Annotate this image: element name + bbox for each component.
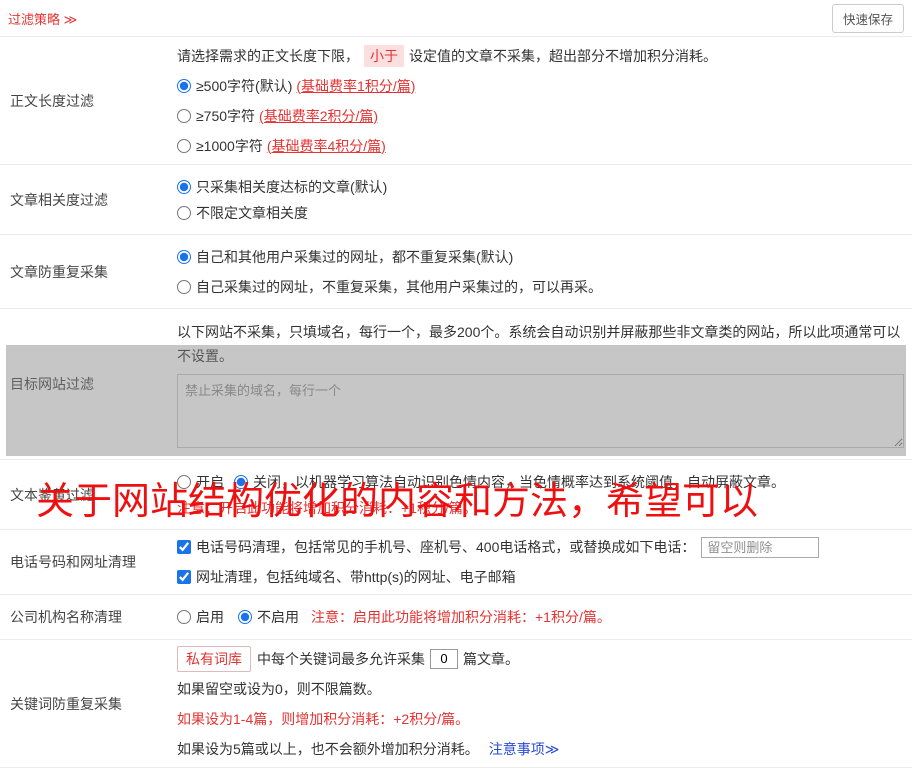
private-lexicon-badge: 私有词库 (177, 646, 251, 672)
section-body-length-filter: 正文长度过滤 请选择需求的正文长度下限， 小于 设定值的文章不采集，超出部分不增… (0, 37, 912, 165)
section-label-body-length: 正文长度过滤 (0, 37, 177, 164)
section-content-porn: 开启 关闭 ，以机器学习算法自动识别色情内容，当色情概率达到系统阈值，自动屏蔽文… (177, 460, 912, 529)
url-cleanup-label: 网址清理，包括纯域名、带http(s)的网址、电子邮箱 (196, 567, 516, 587)
company-option-row: 启用 不启用 注意：启用此功能将增加积分消耗：+1积分/篇。 (177, 602, 904, 632)
porn-off-radio[interactable] (234, 475, 248, 489)
relevance-option-row: 不限定文章相关度 (177, 200, 904, 226)
length-option-750-radio[interactable] (177, 109, 191, 123)
section-label-relevance: 文章相关度过滤 (0, 165, 177, 234)
length-option-row: ≥750字符 (基础费率2积分/篇) (177, 101, 904, 131)
length-intro-post: 设定值的文章不采集，超出部分不增加积分消耗。 (409, 46, 717, 66)
keyword-max-count-input[interactable] (430, 649, 458, 669)
blocked-domains-textarea[interactable] (177, 374, 904, 448)
section-content-relevance: 只采集相关度达标的文章(默认) 不限定文章相关度 (177, 165, 912, 234)
company-cost-note: 注意：启用此功能将增加积分消耗：+1积分/篇。 (311, 607, 611, 627)
length-option-1000-note: (基础费率4积分/篇) (267, 136, 386, 156)
keyword-note-unlimited: 如果留空或设为0，则不限篇数。 (177, 674, 904, 704)
company-disable-radio[interactable] (238, 610, 252, 624)
length-option-750-label: ≥750字符 (196, 106, 255, 126)
header-bar: 过滤策略 ≫ 快速保存 (0, 0, 912, 37)
url-cleanup-checkbox[interactable] (177, 570, 191, 584)
porn-cost-note: 注意：开启此功能将增加积分消耗：+1积分/篇。 (177, 495, 904, 521)
section-article-dedup: 文章防重复采集 自己和其他用户采集过的网址，都不重复采集(默认) 自己采集过的网… (0, 235, 912, 309)
url-cleanup-row: 网址清理，包括纯域名、带http(s)的网址、电子邮箱 (177, 562, 904, 592)
section-content-keyword: 私有词库 中每个关键词最多允许采集 篇文章。 如果留空或设为0，则不限篇数。 如… (177, 640, 912, 767)
length-intro-pre: 请选择需求的正文长度下限， (177, 46, 359, 66)
relevance-option-strict-label: 只采集相关度达标的文章(默认) (196, 177, 387, 197)
section-content-company: 启用 不启用 注意：启用此功能将增加积分消耗：+1积分/篇。 (177, 595, 912, 639)
phone-cleanup-checkbox[interactable] (177, 540, 191, 554)
keyword-note-five: 如果设为5篇或以上，也不会额外增加积分消耗。 (177, 739, 479, 759)
phone-cleanup-row: 电话号码清理，包括常见的手机号、座机号、400电话格式，或替换成如下电话： (177, 532, 904, 562)
length-option-row: ≥1000字符 (基础费率4积分/篇) (177, 131, 904, 161)
dedup-option-self-label: 自己采集过的网址，不重复采集，其他用户采集过的，可以再采。 (196, 277, 602, 297)
section-keyword-dedup: 关键词防重复采集 私有词库 中每个关键词最多允许采集 篇文章。 如果留空或设为0… (0, 640, 912, 768)
porn-option-row: 开启 关闭 ，以机器学习算法自动识别色情内容，当色情概率达到系统阈值，自动屏蔽文… (177, 469, 904, 495)
length-option-500-label: ≥500字符(默认) (196, 76, 292, 96)
keyword-limit-suffix: 篇文章。 (463, 649, 519, 669)
keyword-limit-text: 中每个关键词最多允许采集 (257, 649, 425, 669)
company-enable-radio[interactable] (177, 610, 191, 624)
porn-description: ，以机器学习算法自动识别色情内容，当色情概率达到系统阈值，自动屏蔽文章。 (281, 472, 785, 492)
dedup-option-self-radio[interactable] (177, 280, 191, 294)
dedup-option-global-label: 自己和其他用户采集过的网址，都不重复采集(默认) (196, 247, 513, 267)
target-site-description: 以下网站不采集，只填域名，每行一个，最多200个。系统会自动识别并屏蔽那些非文章… (177, 320, 904, 368)
section-label-dedup: 文章防重复采集 (0, 235, 177, 308)
relevance-option-strict-radio[interactable] (177, 180, 191, 194)
company-disable-label: 不启用 (257, 607, 299, 627)
relevance-option-any-radio[interactable] (177, 206, 191, 220)
length-option-row: ≥500字符(默认) (基础费率1积分/篇) (177, 71, 904, 101)
porn-on-radio[interactable] (177, 475, 191, 489)
section-company-name-cleanup: 公司机构名称清理 启用 不启用 注意：启用此功能将增加积分消耗：+1积分/篇。 (0, 595, 912, 640)
section-target-site-filter: 目标网站过滤 以下网站不采集，只填域名，每行一个，最多200个。系统会自动识别并… (0, 309, 912, 460)
section-content-phone-url: 电话号码清理，包括常见的手机号、座机号、400电话格式，或替换成如下电话： 网址… (177, 530, 912, 594)
section-label-target-site: 目标网站过滤 (0, 309, 177, 459)
section-label-phone-url: 电话号码和网址清理 (0, 530, 177, 594)
filter-strategy-page: 过滤策略 ≫ 快速保存 正文长度过滤 请选择需求的正文长度下限， 小于 设定值的… (0, 0, 912, 768)
dedup-option-row: 自己采集过的网址，不重复采集，其他用户采集过的，可以再采。 (177, 272, 904, 302)
section-content-body-length: 请选择需求的正文长度下限， 小于 设定值的文章不采集，超出部分不增加积分消耗。 … (177, 37, 912, 164)
porn-off-label: 关闭 (253, 472, 281, 492)
relevance-option-any-label: 不限定文章相关度 (196, 203, 308, 223)
section-label-porn: 文本鉴黄过滤 (0, 460, 177, 529)
settings-rows: 正文长度过滤 请选择需求的正文长度下限， 小于 设定值的文章不采集，超出部分不增… (0, 37, 912, 768)
company-enable-label: 启用 (196, 607, 224, 627)
keyword-note-cost: 如果设为1-4篇，则增加积分消耗：+2积分/篇。 (177, 704, 904, 734)
length-option-500-note: (基础费率1积分/篇) (296, 76, 415, 96)
length-intro-line: 请选择需求的正文长度下限， 小于 设定值的文章不采集，超出部分不增加积分消耗。 (177, 41, 904, 71)
keyword-note-five-row: 如果设为5篇或以上，也不会额外增加积分消耗。 注意事项≫ (177, 734, 904, 764)
length-option-750-note: (基础费率2积分/篇) (259, 106, 378, 126)
quick-save-button[interactable]: 快速保存 (832, 4, 904, 33)
dedup-option-row: 自己和其他用户采集过的网址，都不重复采集(默认) (177, 242, 904, 272)
keyword-notice-link[interactable]: 注意事项≫ (489, 739, 560, 759)
length-option-500-radio[interactable] (177, 79, 191, 93)
section-porn-filter: 文本鉴黄过滤 开启 关闭 ，以机器学习算法自动识别色情内容，当色情概率达到系统阈… (0, 460, 912, 530)
length-option-1000-label: ≥1000字符 (196, 136, 263, 156)
relevance-option-row: 只采集相关度达标的文章(默认) (177, 174, 904, 200)
section-relevance-filter: 文章相关度过滤 只采集相关度达标的文章(默认) 不限定文章相关度 (0, 165, 912, 235)
section-content-target-site: 以下网站不采集，只填域名，每行一个，最多200个。系统会自动识别并屏蔽那些非文章… (177, 309, 912, 459)
section-content-dedup: 自己和其他用户采集过的网址，都不重复采集(默认) 自己采集过的网址，不重复采集，… (177, 235, 912, 308)
keyword-limit-row: 私有词库 中每个关键词最多允许采集 篇文章。 (177, 644, 904, 674)
length-option-1000-radio[interactable] (177, 139, 191, 153)
section-label-company: 公司机构名称清理 (0, 595, 177, 639)
page-title: 过滤策略 ≫ (8, 9, 77, 28)
dedup-option-global-radio[interactable] (177, 250, 191, 264)
phone-cleanup-label: 电话号码清理，包括常见的手机号、座机号、400电话格式，或替换成如下电话： (196, 537, 695, 557)
porn-on-label: 开启 (196, 472, 224, 492)
replacement-phone-input[interactable] (701, 537, 819, 558)
length-intro-highlight: 小于 (364, 45, 404, 67)
section-phone-url-cleanup: 电话号码和网址清理 电话号码清理，包括常见的手机号、座机号、400电话格式，或替… (0, 530, 912, 595)
section-label-keyword: 关键词防重复采集 (0, 640, 177, 767)
